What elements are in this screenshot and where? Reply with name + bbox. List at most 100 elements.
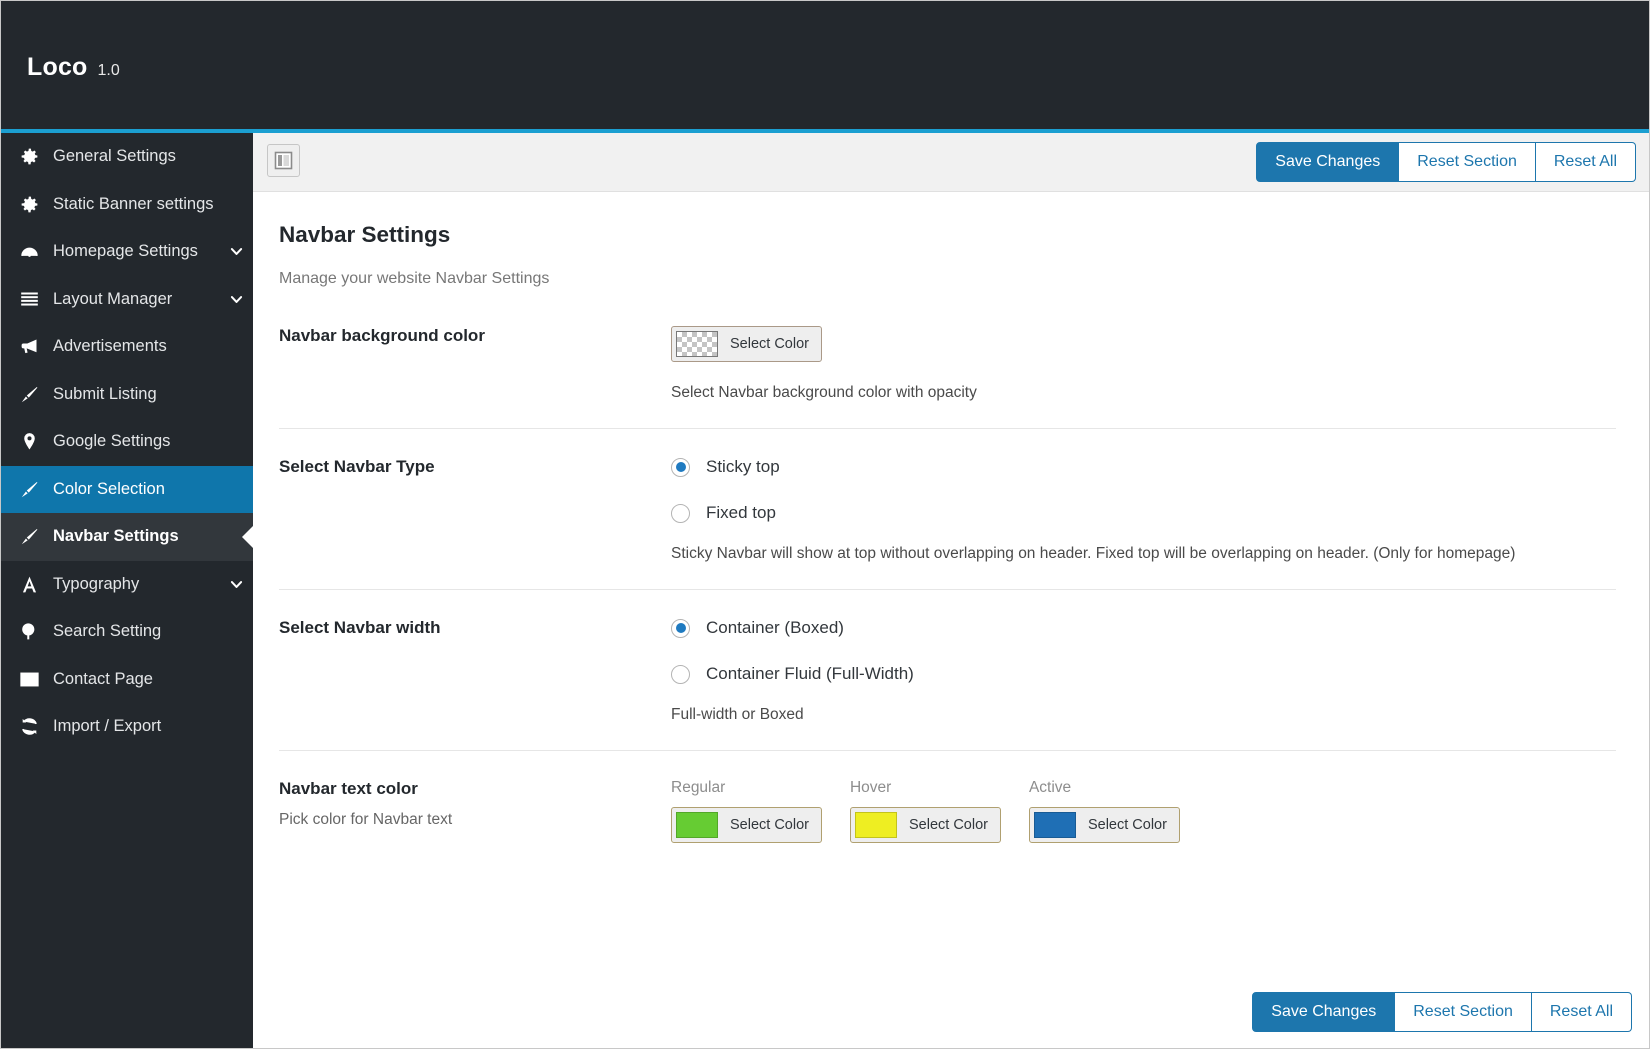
field-label: Select Navbar width <box>279 618 441 637</box>
sidebar-item-typography[interactable]: Typography <box>1 561 253 609</box>
sidebar: General Settings Static Banner settings Ho… <box>1 133 253 1048</box>
field-navbar-background-color: Navbar background color Select Color Sel… <box>279 318 1616 428</box>
footer-button-group: Save Changes Reset Section Reset All <box>1252 991 1632 1032</box>
sidebar-toggle-button[interactable] <box>267 144 300 177</box>
sidebar-item-label: General Settings <box>53 147 176 166</box>
radio-option-sticky-top[interactable]: Sticky top <box>671 457 1616 477</box>
reset-section-button-bottom[interactable]: Reset Section <box>1395 991 1532 1032</box>
radio-option-fixed-top[interactable]: Fixed top <box>671 503 1616 523</box>
magnifier-icon <box>19 621 53 642</box>
field-label: Select Navbar Type <box>279 457 435 476</box>
brush-icon <box>19 526 53 547</box>
text-color-state-label: Regular <box>671 779 726 796</box>
sidebar-item-label: Color Selection <box>53 479 165 498</box>
field-navbar-text-color: Navbar text color Pick color for Navbar … <box>279 750 1616 869</box>
sidebar-item-label: Static Banner settings <box>53 194 214 213</box>
text-color-picker-button-hover[interactable]: Select Color <box>849 807 1001 843</box>
sidebar-nav: General Settings Static Banner settings Ho… <box>1 133 253 751</box>
radio-indicator <box>671 503 690 523</box>
sidebar-item-advertisements[interactable]: Advertisements <box>1 323 253 371</box>
gauge-icon <box>19 241 53 262</box>
field-navbar-width: Select Navbar width Container (Boxed) Co… <box>279 589 1616 750</box>
field-control: Container (Boxed) Container Fluid (Full-… <box>671 618 1616 724</box>
save-changes-button-bottom[interactable]: Save Changes <box>1252 991 1396 1032</box>
envelope-icon <box>19 669 53 690</box>
background-color-picker-button[interactable]: Select Color <box>671 326 822 362</box>
text-color-column-regular: Regular Select Color <box>671 779 822 843</box>
sidebar-item-contact-page[interactable]: Contact Page <box>1 656 253 704</box>
sidebar-item-label: Homepage Settings <box>53 242 198 261</box>
page-subtitle: Manage your website Navbar Settings <box>279 270 550 287</box>
field-control: Sticky top Fixed top Sticky Navbar will … <box>671 457 1616 563</box>
field-help-text: Full-width or Boxed <box>671 706 804 723</box>
field-navbar-type: Select Navbar Type Sticky top Fixed top … <box>279 428 1616 589</box>
reset-all-button-top[interactable]: Reset All <box>1535 142 1636 183</box>
sidebar-item-submit-listing[interactable]: Submit Listing <box>1 371 253 419</box>
text-color-column-hover: Hover Select Color <box>849 779 1001 843</box>
field-label-wrap: Navbar text color Pick color for Navbar … <box>279 779 671 843</box>
brush-icon <box>19 479 53 500</box>
text-color-column-active: Active Select Color <box>1028 779 1180 843</box>
toolbar-button-group: Save Changes Reset Section Reset All <box>1256 142 1636 183</box>
chevron-down-icon[interactable] <box>219 291 253 308</box>
sidebar-item-general-settings[interactable]: General Settings <box>1 133 253 181</box>
megaphone-icon <box>19 336 53 357</box>
radio-label: Fixed top <box>706 503 776 522</box>
sidebar-item-import-export[interactable]: Import / Export <box>1 703 253 751</box>
brand: Loco 1.0 <box>27 53 120 82</box>
color-swatch <box>1033 812 1076 838</box>
field-label-wrap: Select Navbar Type <box>279 457 671 563</box>
sidebar-item-static-banner-settings[interactable]: Static Banner settings <box>1 181 253 229</box>
sidebar-item-label: Layout Manager <box>53 289 173 308</box>
field-sublabel: Pick color for Navbar text <box>279 811 453 828</box>
refresh-icon <box>19 716 53 737</box>
active-item-arrow-icon <box>242 525 253 548</box>
field-control: Select Color Select Navbar background co… <box>671 326 1616 402</box>
radio-option-container-boxed[interactable]: Container (Boxed) <box>671 618 1616 638</box>
sidebar-item-navbar-settings[interactable]: Navbar Settings <box>1 513 253 561</box>
field-label: Navbar text color <box>279 779 418 798</box>
page-title: Navbar Settings <box>279 222 451 247</box>
brand-name: Loco <box>27 53 88 81</box>
sidebar-item-label: Navbar Settings <box>53 527 179 546</box>
save-changes-button-top[interactable]: Save Changes <box>1256 142 1400 183</box>
sidebar-toggle-icon <box>274 151 293 170</box>
color-swatch <box>854 812 897 838</box>
main-panel: Save Changes Reset Section Reset All Nav… <box>253 133 1649 1048</box>
field-help-text: Sticky Navbar will show at top without o… <box>671 545 1516 562</box>
radio-indicator <box>671 618 690 638</box>
letter-a-icon <box>19 574 53 595</box>
sidebar-item-google-settings[interactable]: Google Settings <box>1 418 253 466</box>
chevron-down-icon[interactable] <box>219 243 253 260</box>
color-picker-label: Select Color <box>730 817 809 833</box>
sidebar-item-label: Contact Page <box>53 669 153 688</box>
sidebar-item-label: Typography <box>53 574 140 593</box>
color-picker-label: Select Color <box>1087 817 1167 833</box>
color-swatch-transparent <box>676 331 718 357</box>
app-header: Loco 1.0 <box>1 1 1649 129</box>
sidebar-item-layout-manager[interactable]: Layout Manager <box>1 276 253 324</box>
radio-indicator <box>671 457 690 477</box>
text-color-picker-button-regular[interactable]: Select Color <box>671 807 822 843</box>
reset-section-button-top[interactable]: Reset Section <box>1399 142 1536 183</box>
layout-lines-icon <box>19 289 53 310</box>
sidebar-item-label: Google Settings <box>53 432 171 451</box>
sidebar-item-color-selection[interactable]: Color Selection <box>1 465 253 513</box>
gear-icon <box>19 146 53 167</box>
map-pin-icon <box>19 431 53 452</box>
sidebar-item-search-setting[interactable]: Search Setting <box>1 608 253 656</box>
radio-label: Sticky top <box>706 457 780 476</box>
color-picker-label: Select Color <box>730 336 809 352</box>
brush-icon <box>19 384 53 405</box>
sidebar-item-label: Search Setting <box>53 622 162 641</box>
radio-option-container-fluid[interactable]: Container Fluid (Full-Width) <box>671 664 1616 684</box>
sidebar-item-label: Import / Export <box>53 717 162 736</box>
text-color-picker-button-active[interactable]: Select Color <box>1028 807 1180 843</box>
sidebar-item-label: Submit Listing <box>53 384 157 403</box>
gear-icon <box>19 194 53 215</box>
sidebar-item-homepage-settings[interactable]: Homepage Settings <box>1 228 253 276</box>
radio-label: Container (Boxed) <box>706 618 844 637</box>
chevron-down-icon[interactable] <box>219 576 253 593</box>
text-color-picker-group: Regular Select Color Hover Select Color Acti… <box>671 779 1616 843</box>
reset-all-button-bottom[interactable]: Reset All <box>1531 991 1632 1032</box>
